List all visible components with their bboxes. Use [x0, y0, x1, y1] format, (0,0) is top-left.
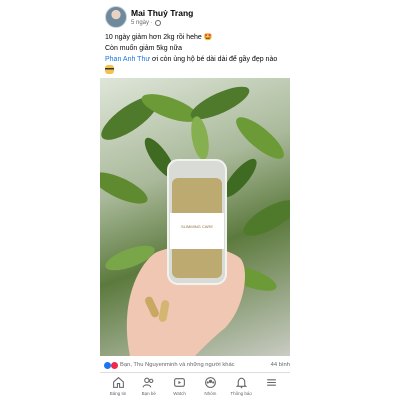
- photo-illustration: SLIMMING CARE: [100, 86, 290, 356]
- author-name[interactable]: Mai Thuỷ Trang: [131, 8, 193, 18]
- post-line-3: Phan Anh Thư ơi còn ủng hộ bé dài dài để…: [105, 54, 290, 65]
- post-photo[interactable]: SLIMMING CARE: [100, 78, 290, 356]
- post-line-3-text: ơi còn ủng hộ bé dài dài để gầy đẹp nào: [150, 56, 278, 63]
- bell-icon: [235, 377, 247, 389]
- bee-emoji-icon: [105, 65, 114, 74]
- friends-icon: [142, 377, 154, 388]
- bottle-label: [170, 213, 224, 249]
- reaction-names[interactable]: Bạn, Thu Nguyenminh và những người khác: [120, 362, 235, 368]
- facebook-post: Mai Thuỷ Trang 5 ngày · 10 ngày giảm hơn…: [100, 0, 290, 408]
- nav-home[interactable]: Bảng tin: [103, 373, 133, 408]
- avatar[interactable]: [105, 6, 127, 28]
- love-reaction-icon: [111, 361, 118, 369]
- nav-label-home: Bảng tin: [109, 391, 127, 396]
- post-time[interactable]: 5 ngày ·: [131, 20, 153, 26]
- watch-icon: [174, 378, 186, 387]
- post-line-2: Còn muốn giảm 5kg nữa: [105, 45, 183, 52]
- product-label-text: SLIMMING CARE: [181, 224, 213, 229]
- bottom-nav: Bảng tin Bạn bè Watch Nhóm Thông báo: [100, 372, 290, 408]
- nav-label-friends: Bạn bè: [141, 391, 156, 396]
- post-meta: 5 ngày ·: [131, 20, 161, 26]
- nav-label-groups: Nhóm: [204, 391, 217, 396]
- post-header: Mai Thuỷ Trang 5 ngày ·: [105, 4, 285, 30]
- reactions-bar[interactable]: Bạn, Thu Nguyenminh và những người khác …: [104, 360, 290, 370]
- globe-icon: [154, 20, 161, 26]
- nav-menu[interactable]: [257, 373, 287, 408]
- nav-watch[interactable]: Watch: [165, 373, 195, 408]
- groups-icon: [204, 377, 216, 388]
- nav-friends[interactable]: Bạn bè: [134, 373, 164, 408]
- like-reaction-icon: [104, 361, 111, 369]
- mention-link[interactable]: Phan Anh Thư: [105, 56, 150, 63]
- nav-groups[interactable]: Nhóm: [195, 373, 225, 408]
- home-icon: [112, 376, 124, 388]
- comment-count[interactable]: 44 bình: [271, 362, 290, 368]
- nav-notifications[interactable]: Thông báo: [226, 373, 256, 408]
- menu-icon: [267, 379, 277, 386]
- nav-label-watch: Watch: [173, 391, 186, 396]
- post-line-1: 10 ngày giảm hơn 2kg rồi hehe 🤩: [105, 34, 213, 41]
- post-text: 10 ngày giảm hơn 2kg rồi hehe 🤩 Còn muốn…: [105, 32, 290, 77]
- nav-label-notifications: Thông báo: [230, 391, 252, 396]
